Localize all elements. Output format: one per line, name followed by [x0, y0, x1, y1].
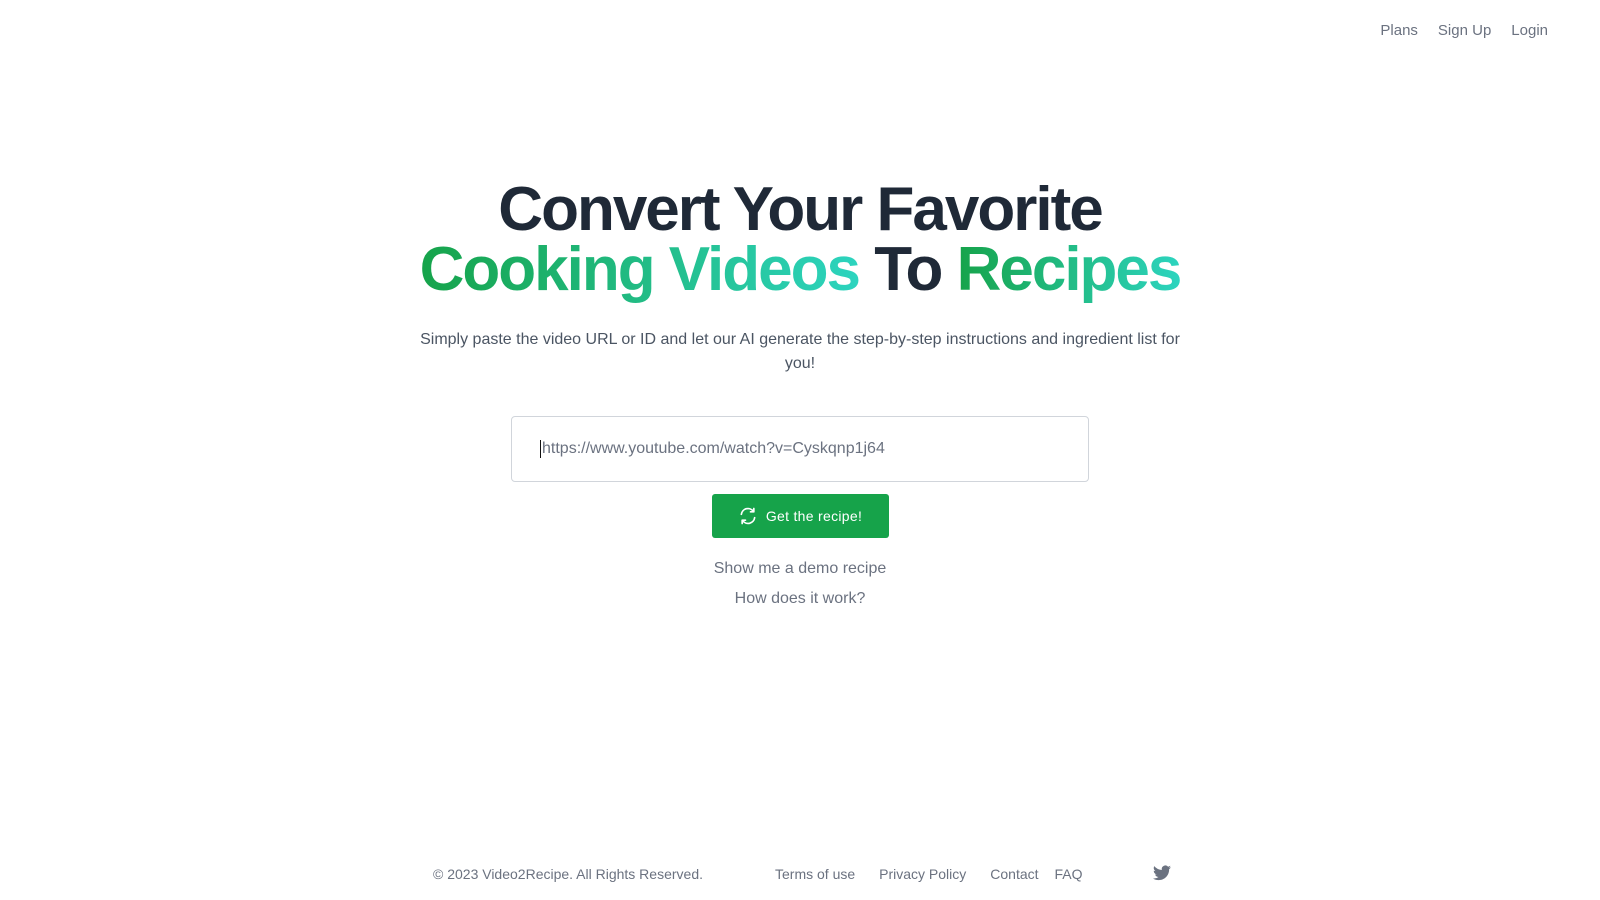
- hero-title-to: To: [874, 235, 943, 304]
- video-url-input[interactable]: [540, 440, 1088, 458]
- hero-title-line1: Convert Your Favorite: [498, 175, 1103, 244]
- hero-subtitle: Simply paste the video URL or ID and let…: [420, 331, 1180, 372]
- demo-recipe-link[interactable]: Show me a demo recipe: [0, 560, 1600, 578]
- footer-faq-link[interactable]: FAQ: [1055, 866, 1083, 882]
- get-recipe-button[interactable]: Get the recipe!: [711, 494, 889, 538]
- copyright-text: © 2023 Video2Recipe. All Rights Reserved…: [433, 866, 703, 882]
- top-nav: Plans Sign Up Login: [1380, 22, 1548, 39]
- footer-terms-link[interactable]: Terms of use: [775, 866, 855, 882]
- url-input-container: [511, 416, 1089, 482]
- nav-plans-link[interactable]: Plans: [1380, 22, 1418, 39]
- hero-section: Convert Your Favorite Cooking Videos To …: [0, 179, 1600, 608]
- hero-title-highlight-1: Cooking Videos: [419, 235, 861, 304]
- footer-links: Terms of use Privacy Policy Contact FAQ: [775, 866, 1083, 882]
- refresh-icon: [740, 507, 756, 525]
- nav-login-link[interactable]: Login: [1511, 22, 1548, 39]
- nav-signup-link[interactable]: Sign Up: [1438, 22, 1491, 39]
- hero-title: Convert Your Favorite Cooking Videos To …: [0, 179, 1600, 301]
- twitter-icon[interactable]: [1153, 865, 1171, 881]
- hero-title-highlight-2: Recipes: [956, 235, 1183, 304]
- footer-privacy-link[interactable]: Privacy Policy: [879, 866, 966, 882]
- how-it-works-link[interactable]: How does it work?: [0, 590, 1600, 608]
- get-recipe-label: Get the recipe!: [765, 508, 863, 524]
- footer-contact-link[interactable]: Contact: [990, 866, 1038, 882]
